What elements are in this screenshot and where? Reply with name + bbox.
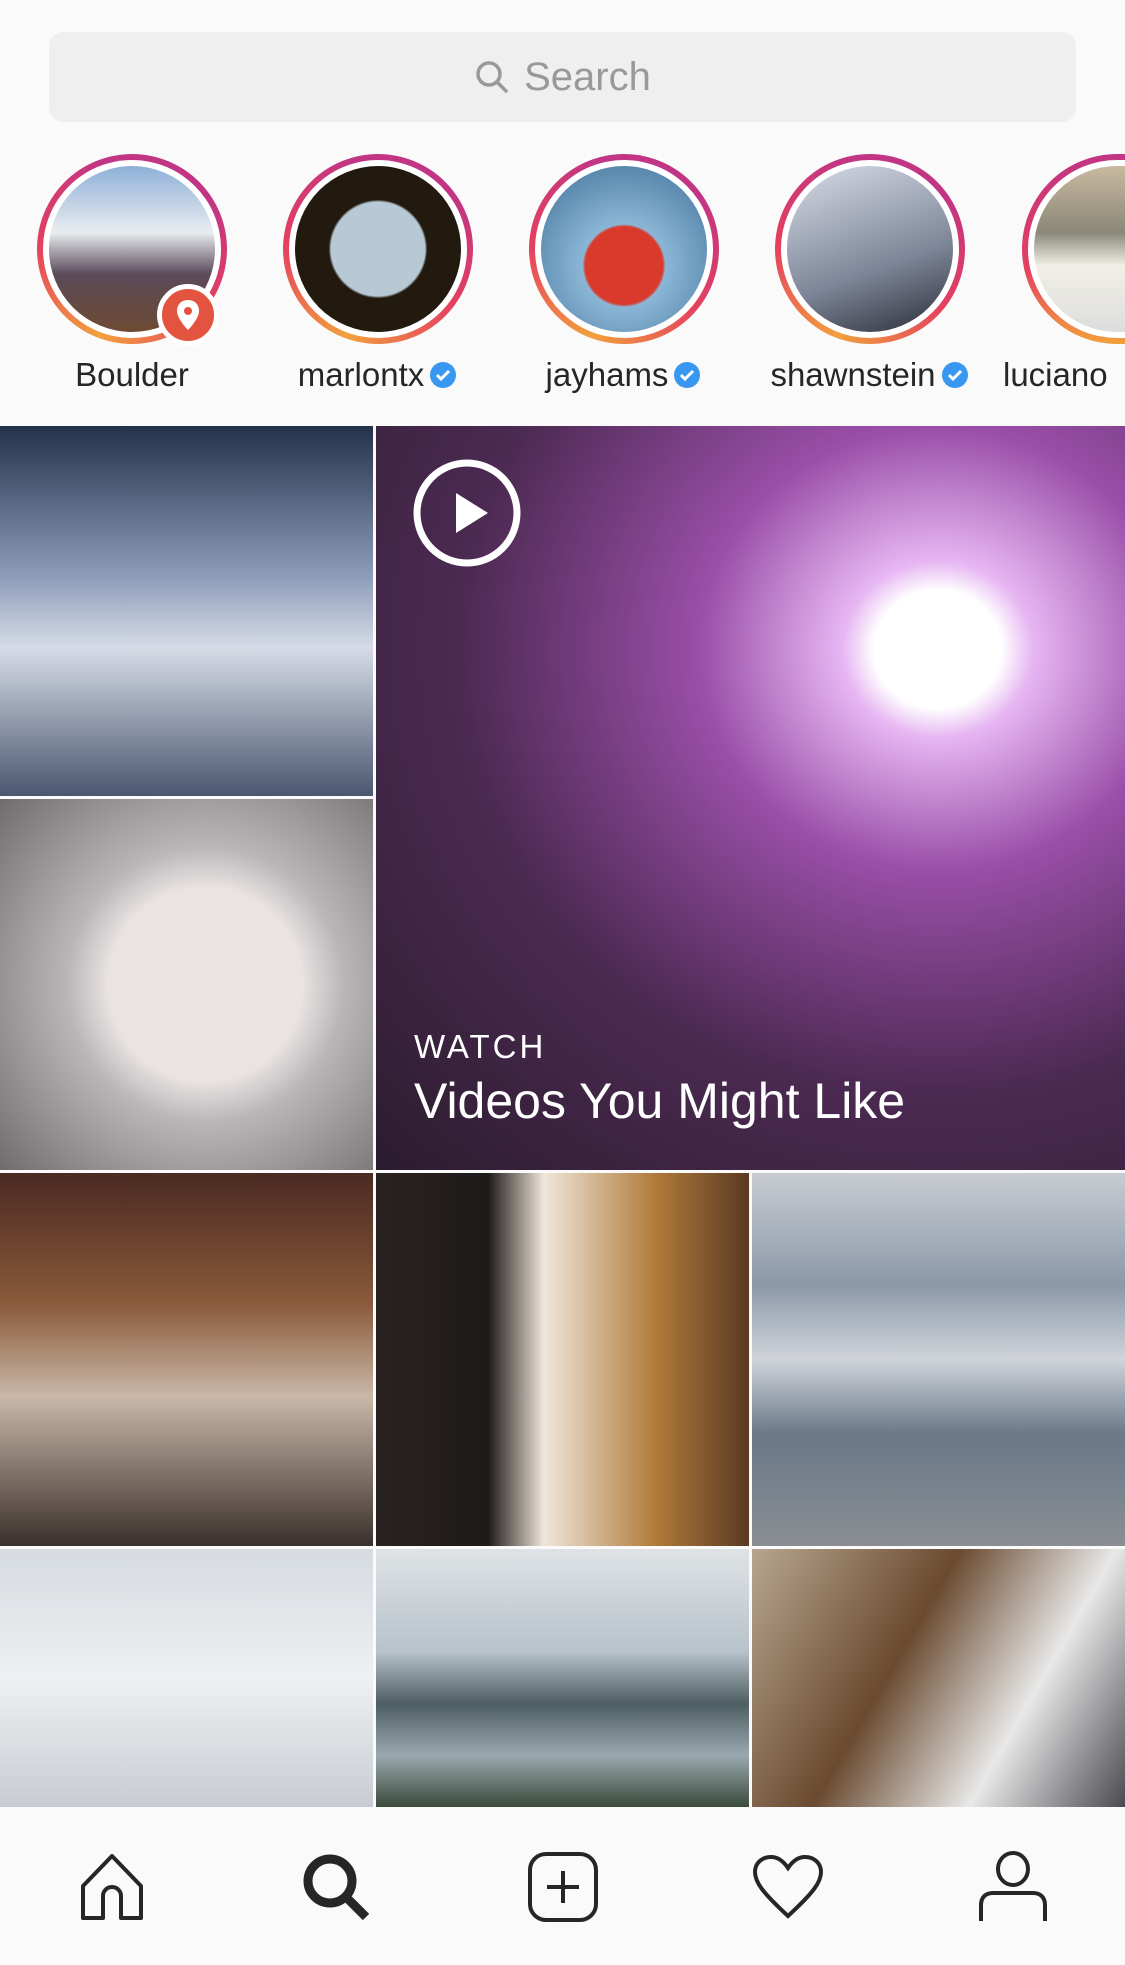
home-icon[interactable] bbox=[72, 1847, 152, 1927]
story-avatar bbox=[787, 166, 953, 332]
story-shawnstein[interactable]: shawnstein bbox=[747, 150, 993, 394]
search-icon bbox=[476, 61, 508, 93]
story-label: Boulder bbox=[75, 356, 189, 393]
story-label: shawnstein bbox=[770, 356, 936, 393]
story-label: marlontx bbox=[297, 356, 425, 393]
story-avatar bbox=[295, 166, 461, 332]
grid-post[interactable] bbox=[376, 1173, 749, 1546]
story-boulder[interactable]: Boulder bbox=[9, 150, 255, 394]
search-icon[interactable] bbox=[296, 1847, 376, 1927]
verified-badge-icon bbox=[941, 362, 968, 388]
grid-post[interactable] bbox=[0, 1173, 373, 1546]
grid-post[interactable] bbox=[0, 1549, 373, 1807]
add-post-icon[interactable] bbox=[523, 1847, 603, 1927]
grid-post[interactable] bbox=[376, 1549, 749, 1807]
verified-badge-icon bbox=[430, 362, 457, 388]
story-jayhams[interactable]: jayhams bbox=[501, 150, 747, 394]
profile-icon[interactable] bbox=[973, 1847, 1053, 1927]
story-marlontx[interactable]: marlontx bbox=[255, 150, 501, 394]
story-avatar bbox=[1034, 166, 1125, 332]
grid-post[interactable] bbox=[752, 1173, 1125, 1546]
search-bar[interactable]: Search bbox=[49, 32, 1076, 122]
verified-badge-icon bbox=[674, 362, 701, 388]
story-label: luciano bbox=[1003, 356, 1108, 393]
story-luciano[interactable]: luciano bbox=[1003, 150, 1125, 394]
featured-video[interactable]: WATCH Videos You Might Like bbox=[376, 426, 1125, 1170]
watch-title: Videos You Might Like bbox=[414, 1073, 906, 1129]
search-placeholder: Search bbox=[524, 54, 651, 99]
play-icon[interactable] bbox=[412, 458, 522, 568]
story-label: jayhams bbox=[545, 356, 669, 393]
grid-post[interactable] bbox=[0, 426, 373, 796]
location-pin-icon bbox=[157, 284, 219, 346]
grid-post[interactable] bbox=[0, 799, 373, 1170]
story-avatar bbox=[541, 166, 707, 332]
watch-kicker: WATCH bbox=[414, 1028, 547, 1065]
grid-post[interactable] bbox=[752, 1549, 1125, 1807]
bottom-nav bbox=[0, 1807, 1125, 1965]
heart-icon[interactable] bbox=[748, 1847, 828, 1927]
stories-tray: Boulder marlontx jayhams shawnstein luci… bbox=[0, 150, 1125, 420]
